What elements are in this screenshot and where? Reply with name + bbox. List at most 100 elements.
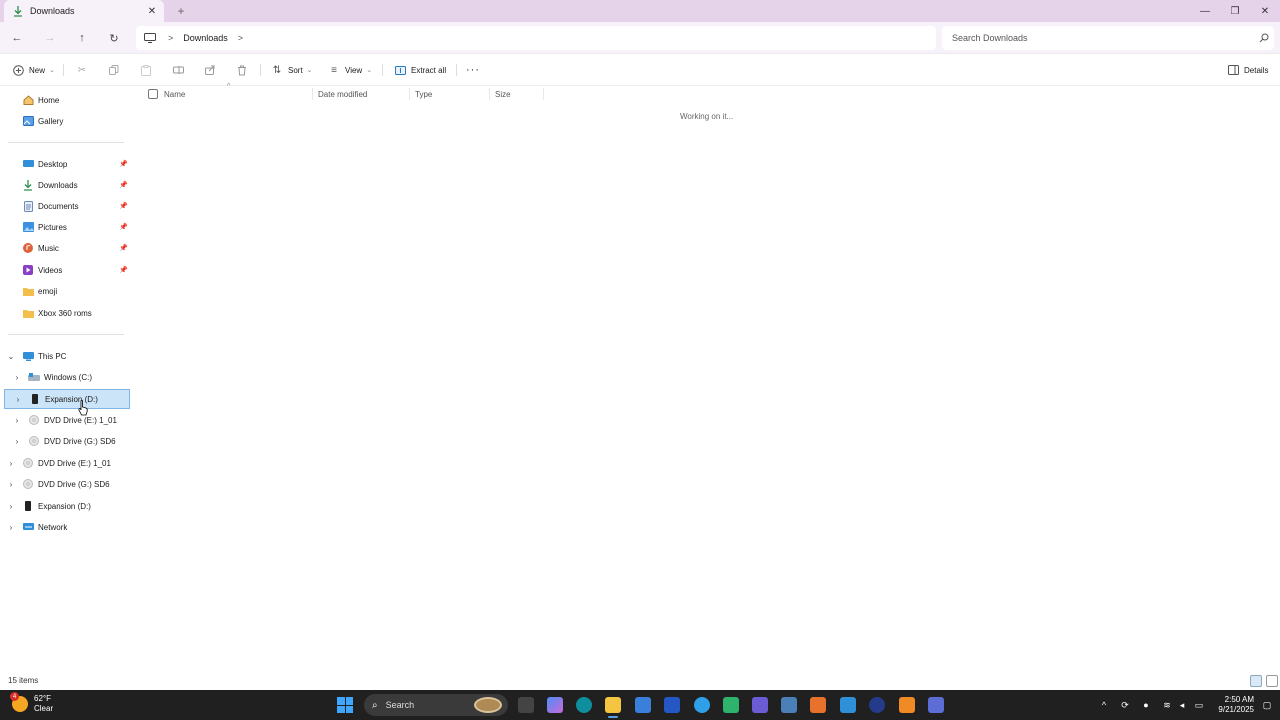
chevron-right-icon[interactable]: › <box>12 437 22 446</box>
volume-icon[interactable]: ◂ <box>1175 698 1189 712</box>
sidebar-item-music[interactable]: Music 📌 <box>4 238 130 258</box>
chevron-right-icon[interactable]: › <box>6 523 16 532</box>
column-header-type[interactable]: Type <box>415 86 489 102</box>
tab-close-icon[interactable]: ✕ <box>144 3 160 19</box>
sort-button[interactable]: ⇅ Sort ⌄ <box>271 62 313 78</box>
chevron-right-icon[interactable]: › <box>13 395 23 404</box>
details-view-toggle[interactable] <box>1250 675 1262 687</box>
select-all-checkbox[interactable] <box>148 89 158 99</box>
sidebar-item-this-pc[interactable]: ⌄ This PC <box>4 346 130 366</box>
sidebar-item-pictures[interactable]: Pictures 📌 <box>4 217 130 237</box>
paste-button[interactable] <box>140 62 157 78</box>
app-icon[interactable] <box>810 697 826 713</box>
back-button[interactable]: ← <box>8 30 26 46</box>
up-button[interactable]: ↑ <box>73 30 91 46</box>
refresh-button[interactable]: ↻ <box>105 30 123 46</box>
copy-button[interactable] <box>108 62 125 78</box>
start-button[interactable] <box>337 697 353 713</box>
forward-button[interactable]: → <box>41 30 59 46</box>
copilot-icon[interactable] <box>547 697 563 713</box>
edge-icon[interactable] <box>576 697 592 713</box>
new-tab-button[interactable]: + <box>173 3 189 19</box>
sync-icon[interactable]: ⟳ <box>1118 698 1132 712</box>
sidebar-item-videos[interactable]: Videos 📌 <box>4 260 130 280</box>
sidebar-item-xbox-360-roms[interactable]: Xbox 360 roms <box>4 303 130 323</box>
chevron-right-icon[interactable]: › <box>12 373 22 382</box>
sidebar-item-windows-c[interactable]: › Windows (C:) <box>4 367 130 387</box>
chevron-right-icon[interactable]: › <box>12 416 22 425</box>
microphone-icon[interactable]: ● <box>1139 698 1153 712</box>
sidebar-item-expansion-d[interactable]: › Expansion (D:) <box>4 389 130 409</box>
sidebar-item-documents[interactable]: Documents 📌 <box>4 196 130 216</box>
store-icon[interactable] <box>635 697 651 713</box>
breadcrumb-downloads[interactable]: Downloads <box>183 33 228 43</box>
sidebar-item-desktop[interactable]: Desktop 📌 <box>4 154 130 174</box>
chevron-up-icon[interactable]: ^ <box>1097 698 1111 712</box>
column-divider[interactable] <box>409 88 410 100</box>
share-button[interactable] <box>204 62 221 78</box>
column-header-date-modified[interactable]: Date modified <box>318 86 408 102</box>
sidebar-item-dvd-e[interactable]: › DVD Drive (E:) 1_01 <box>4 410 130 430</box>
sidebar-item-downloads[interactable]: Downloads 📌 <box>4 175 130 195</box>
column-header-name[interactable]: Name <box>164 86 312 102</box>
extract-icon <box>394 64 406 76</box>
search-icon <box>1254 33 1274 43</box>
wifi-icon[interactable]: ≋ <box>1160 698 1174 712</box>
window-close-button[interactable]: ✕ <box>1250 0 1280 22</box>
app-icon[interactable] <box>928 697 944 713</box>
view-button[interactable]: ≡ View ⌄ <box>328 62 372 78</box>
external-drive-icon <box>22 500 34 512</box>
search-icon: ⌕ <box>372 699 378 711</box>
minimize-button[interactable]: — <box>1190 0 1220 22</box>
file-explorer-icon[interactable] <box>605 697 621 718</box>
app-icon[interactable] <box>694 697 710 713</box>
chevron-down-icon[interactable]: ⌄ <box>6 352 16 361</box>
notification-icon[interactable]: ▢ <box>1260 698 1274 712</box>
tab-downloads[interactable]: Downloads ✕ <box>4 0 164 22</box>
sidebar-item-label: Desktop <box>38 159 68 169</box>
column-divider[interactable] <box>489 88 490 100</box>
sidebar-item-dvd-e-root[interactable]: › DVD Drive (E:) 1_01 <box>4 453 130 473</box>
chevron-down-icon: ⌄ <box>306 67 313 74</box>
address-bar[interactable]: > Downloads > <box>136 26 936 50</box>
chevron-right-icon[interactable]: › <box>6 480 16 489</box>
column-header-size[interactable]: Size <box>495 86 543 102</box>
notepad-icon[interactable] <box>840 697 856 713</box>
more-options-button[interactable]: ··· <box>466 62 480 78</box>
weather-widget[interactable]: 4 62°F Clear <box>10 692 53 714</box>
sidebar-item-home[interactable]: Home <box>4 90 130 110</box>
clock[interactable]: 2:50 AM 9/21/2025 <box>1214 695 1254 715</box>
extract-all-button[interactable]: Extract all <box>394 62 446 78</box>
chevron-right-icon[interactable]: › <box>6 502 16 511</box>
details-button[interactable]: Details <box>1227 62 1268 78</box>
chevron-right-icon[interactable]: › <box>6 459 16 468</box>
sidebar-item-expansion-d-root[interactable]: › Expansion (D:) <box>4 496 130 516</box>
delete-button[interactable] <box>236 62 253 78</box>
tiles-view-toggle[interactable] <box>1266 675 1278 687</box>
home-icon <box>22 94 34 106</box>
sidebar-item-gallery[interactable]: Gallery <box>4 111 130 131</box>
column-divider[interactable] <box>312 88 313 100</box>
app-icon[interactable] <box>664 697 680 713</box>
sidebar-item-dvd-g[interactable]: › DVD Drive (G:) SD6 <box>4 431 130 451</box>
sidebar-item-network[interactable]: › Network <box>4 517 130 537</box>
task-view-icon[interactable] <box>518 697 534 713</box>
cloud-icon[interactable] <box>899 697 915 713</box>
rename-button[interactable] <box>172 62 189 78</box>
search-box[interactable]: Search Downloads <box>942 26 1274 50</box>
new-button[interactable]: New ⌄ <box>12 62 55 78</box>
column-divider[interactable] <box>543 88 544 100</box>
teams-icon[interactable] <box>752 697 768 713</box>
app-icon[interactable] <box>723 697 739 713</box>
navigation-bar: ← → ↑ ↻ > Downloads > Search Downloads <box>0 22 1280 54</box>
breadcrumb-separator[interactable]: > <box>238 33 243 43</box>
taskbar-search[interactable]: ⌕ Search <box>364 694 508 716</box>
app-icon[interactable] <box>781 697 797 713</box>
battery-icon[interactable]: ▭ <box>1192 698 1206 712</box>
search-input[interactable]: Search Downloads <box>952 33 1254 43</box>
sidebar-item-emoji[interactable]: emoji <box>4 281 130 301</box>
maximize-button[interactable]: ❐ <box>1220 0 1250 22</box>
app-icon[interactable] <box>869 697 885 713</box>
cut-button[interactable]: ✂ <box>76 62 93 78</box>
sidebar-item-dvd-g-root[interactable]: › DVD Drive (G:) SD6 <box>4 474 130 494</box>
